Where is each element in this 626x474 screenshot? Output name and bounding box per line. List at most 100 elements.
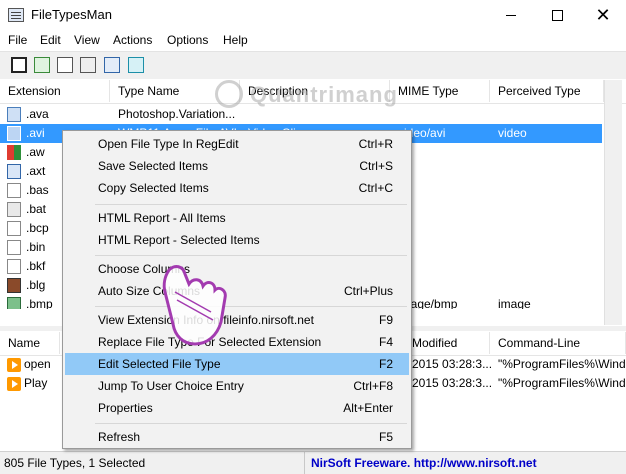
- play-icon: [7, 377, 21, 391]
- file-type-icon: [7, 183, 21, 198]
- type-name-cell: Photoshop.Variation...: [118, 107, 236, 121]
- menu-item-label: HTML Report - Selected Items: [98, 233, 260, 247]
- action-name-cell: open: [24, 357, 51, 371]
- menu-file[interactable]: File: [8, 33, 27, 47]
- menu-item-label: Edit Selected File Type: [98, 357, 221, 371]
- menu-item-label: Open File Type In RegEdit: [98, 137, 239, 151]
- file-type-icon: [7, 202, 21, 217]
- context-menu: Open File Type In RegEdit Ctrl+R Save Se…: [62, 130, 412, 449]
- menu-item-replace-file-type[interactable]: Replace File Type For Selected Extension…: [65, 331, 409, 353]
- watermark-logo-icon: [215, 80, 243, 108]
- menu-item-refresh[interactable]: Refresh F5: [65, 426, 409, 448]
- minimize-button[interactable]: [488, 0, 534, 31]
- menu-item-html-report-all[interactable]: HTML Report - All Items: [65, 207, 409, 229]
- menu-help[interactable]: Help: [223, 33, 248, 47]
- extension-cell: .aw: [26, 145, 45, 159]
- window-title: FileTypesMan: [31, 7, 112, 22]
- extension-cell: .avi: [26, 126, 45, 140]
- menu-item-jump-to-user-choice[interactable]: Jump To User Choice Entry Ctrl+F8: [65, 375, 409, 397]
- menu-item-shortcut: Alt+Enter: [343, 401, 393, 415]
- file-type-icon: [7, 259, 21, 274]
- menu-item-shortcut: Ctrl+Plus: [343, 284, 393, 298]
- watermark: Quantrimang: [250, 82, 398, 107]
- menu-item-label: Refresh: [98, 430, 141, 444]
- perceived-type-cell: image: [498, 297, 531, 309]
- save-icon[interactable]: [11, 57, 27, 73]
- command-line-cell: "%ProgramFiles%\Wind: [498, 357, 626, 371]
- close-icon: ✕: [595, 5, 611, 25]
- app-list-icon: [8, 8, 24, 22]
- menu-item-shortcut: F9: [378, 313, 393, 327]
- hand-cursor-icon: [162, 265, 227, 346]
- maximize-icon: [551, 10, 563, 21]
- menu-view[interactable]: View: [74, 33, 100, 47]
- menu-bar: File Edit View Actions Options Help: [0, 31, 626, 51]
- close-button[interactable]: ✕: [580, 0, 626, 31]
- properties-icon[interactable]: [80, 57, 96, 73]
- menu-separator: [95, 255, 407, 256]
- play-icon: [7, 358, 21, 372]
- column-modified[interactable]: Modified: [404, 332, 490, 354]
- column-extension[interactable]: Extension: [0, 80, 110, 102]
- exit-icon[interactable]: [128, 57, 144, 73]
- copy-icon[interactable]: [57, 57, 73, 73]
- menu-item-save-selected[interactable]: Save Selected Items Ctrl+S: [65, 155, 409, 177]
- menu-item-label: Jump To User Choice Entry: [98, 379, 244, 393]
- extension-cell: .ava: [26, 107, 49, 121]
- title-bar: FileTypesMan ✕: [0, 0, 626, 31]
- menu-item-shortcut: Ctrl+C: [358, 181, 393, 195]
- menu-separator: [95, 306, 407, 307]
- status-bar: 805 File Types, 1 Selected NirSoft Freew…: [0, 451, 626, 474]
- action-name-cell: Play: [24, 376, 48, 390]
- minimize-icon: [506, 15, 516, 16]
- menu-actions[interactable]: Actions: [113, 33, 152, 47]
- modified-cell: 2015 03:28:3...: [412, 357, 493, 371]
- column-command-line[interactable]: Command-Line: [490, 332, 626, 354]
- modified-cell: 2015 03:28:3...: [412, 376, 493, 390]
- command-line-cell: "%ProgramFiles%\Wind: [498, 376, 626, 390]
- extension-cell: .bin: [26, 240, 46, 254]
- menu-separator: [95, 423, 407, 424]
- refresh-icon[interactable]: [34, 57, 50, 73]
- menu-item-auto-size-columns[interactable]: Auto Size Columns Ctrl+Plus: [65, 280, 409, 302]
- file-type-icon: [7, 107, 21, 122]
- extension-cell: .bkf: [26, 259, 46, 273]
- file-type-icon: [7, 240, 21, 255]
- menu-item-shortcut: F5: [378, 430, 393, 444]
- file-type-icon: [7, 164, 21, 179]
- search-icon[interactable]: [104, 57, 120, 73]
- menu-item-properties[interactable]: Properties Alt+Enter: [65, 397, 409, 419]
- menu-edit[interactable]: Edit: [40, 33, 61, 47]
- extension-cell: .bmp: [26, 297, 53, 309]
- extension-cell: .bas: [26, 183, 49, 197]
- file-type-icon: [7, 297, 21, 309]
- column-name[interactable]: Name: [0, 332, 60, 354]
- menu-item-copy-selected[interactable]: Copy Selected Items Ctrl+C: [65, 177, 409, 199]
- menu-item-label: HTML Report - All Items: [98, 211, 226, 225]
- menu-item-label: Save Selected Items: [98, 159, 209, 173]
- extension-cell: .axt: [26, 164, 46, 178]
- extension-cell: .blg: [26, 278, 46, 292]
- menu-item-label: Copy Selected Items: [98, 181, 209, 195]
- menu-item-view-extension-info[interactable]: View Extension Info on fileinfo.nirsoft.…: [65, 309, 409, 331]
- menu-item-open-in-regedit[interactable]: Open File Type In RegEdit Ctrl+R: [65, 133, 409, 155]
- menu-item-choose-columns[interactable]: Choose Columns: [65, 258, 409, 280]
- maximize-button[interactable]: [534, 0, 580, 31]
- file-type-icon: [7, 221, 21, 236]
- column-perceived-type[interactable]: Perceived Type: [490, 80, 604, 102]
- file-type-icon: [7, 278, 21, 293]
- video-file-icon: [7, 126, 21, 141]
- menu-options[interactable]: Options: [167, 33, 208, 47]
- extension-cell: .bcp: [26, 221, 49, 235]
- vertical-scrollbar[interactable]: [604, 80, 622, 325]
- menu-item-shortcut: Ctrl+F8: [353, 379, 393, 393]
- nirsoft-link[interactable]: NirSoft Freeware. http://www.nirsoft.net: [304, 452, 626, 474]
- menu-item-shortcut: Ctrl+R: [358, 137, 393, 151]
- status-count: 805 File Types, 1 Selected: [4, 456, 146, 470]
- menu-separator: [95, 204, 407, 205]
- menu-item-shortcut: Ctrl+S: [359, 159, 393, 173]
- menu-item-edit-selected-file-type[interactable]: Edit Selected File Type F2: [65, 353, 409, 375]
- column-mime-type[interactable]: MIME Type: [390, 80, 490, 102]
- menu-item-html-report-selected[interactable]: HTML Report - Selected Items: [65, 229, 409, 251]
- toolbar: [0, 51, 626, 80]
